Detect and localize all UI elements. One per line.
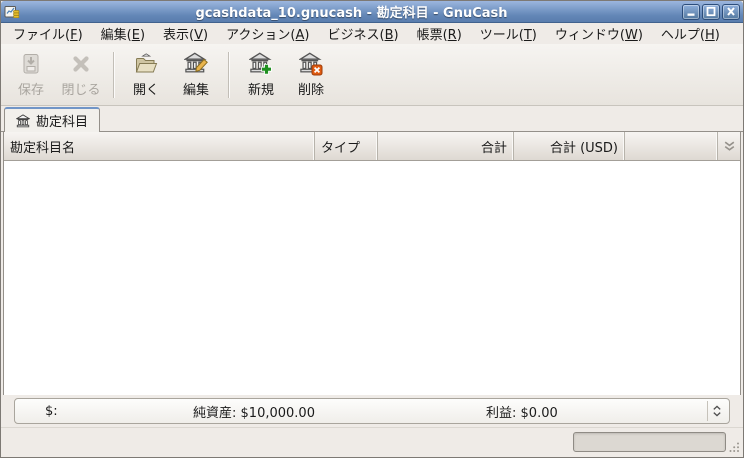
menu-item-e[interactable]: 編集(E) xyxy=(92,22,154,45)
menu-item-a[interactable]: アクション(A) xyxy=(217,22,318,45)
column-header-type[interactable]: タイプ xyxy=(315,132,378,160)
delete-account-icon xyxy=(299,52,323,76)
menu-item-w[interactable]: ウィンドウ(W) xyxy=(546,22,652,45)
toolbar-button-label: 開く xyxy=(132,82,159,98)
titlebar[interactable]: gcashdata_10.gnucash - 勘定科目 - GnuCash xyxy=(1,1,743,23)
gnucash-window: gcashdata_10.gnucash - 勘定科目 - GnuCash ファ… xyxy=(0,0,744,458)
open-folder-icon xyxy=(134,52,158,76)
column-header-usd[interactable]: 合計 (USD) xyxy=(514,132,625,160)
menu-item-t[interactable]: ツール(T) xyxy=(471,22,546,45)
column-chooser-icon xyxy=(722,140,737,153)
progress-bar xyxy=(573,432,726,452)
edit-toolbar-button[interactable]: 編集 xyxy=(171,47,221,103)
tab-label: 勘定科目 xyxy=(36,115,89,130)
toolbar-button-label: 削除 xyxy=(297,82,324,98)
menu-item-h[interactable]: ヘルプ(H) xyxy=(652,22,729,45)
summary-bar: $: 純資産: $10,000.00 利益: $0.00 xyxy=(1,395,743,427)
close-toolbar-button: 閉じる xyxy=(56,47,106,103)
column-header-filler xyxy=(625,132,718,160)
save-toolbar-button: 保存 xyxy=(6,47,56,103)
summary-spinner[interactable] xyxy=(707,401,726,421)
menu-item-r[interactable]: 帳票(R) xyxy=(408,22,471,45)
summary-box: $: 純資産: $10,000.00 利益: $0.00 xyxy=(14,398,730,424)
toolbar-separator xyxy=(113,51,114,98)
menubar: ファイル(F) 編集(E) 表示(V) アクション(A) ビジネス(B) 帳票(R) ツール… xyxy=(1,23,743,44)
menu-item-v[interactable]: 表示(V) xyxy=(154,22,217,45)
summary-net-assets: 純資産: $10,000.00 xyxy=(193,405,315,421)
table-header: 勘定科目名 タイプ 合計 合計 (USD) xyxy=(4,132,740,161)
delete-toolbar-button[interactable]: 削除 xyxy=(286,47,336,103)
column-header-total[interactable]: 合計 xyxy=(378,132,514,160)
toolbar-button-label: 新規 xyxy=(247,82,274,98)
window-title: gcashdata_10.gnucash - 勘定科目 - GnuCash xyxy=(195,6,508,21)
toolbar-separator xyxy=(228,51,229,98)
accounts-tree: 勘定科目名 タイプ 合計 合計 (USD) xyxy=(3,132,741,395)
toolbar-button-label: 編集 xyxy=(182,82,209,98)
bank-icon xyxy=(16,113,30,128)
tree-empty-area xyxy=(4,161,740,395)
menu-item-f[interactable]: ファイル(F) xyxy=(4,22,92,45)
minimize-button[interactable] xyxy=(682,3,700,20)
save-icon xyxy=(19,52,43,76)
column-header-name[interactable]: 勘定科目名 xyxy=(4,132,315,160)
menu-item-b[interactable]: ビジネス(B) xyxy=(318,22,407,45)
resize-grip-icon[interactable] xyxy=(728,441,740,453)
tab-accounts[interactable]: 勘定科目 xyxy=(4,107,101,132)
summary-currency: $: xyxy=(45,403,58,419)
toolbar: 保存 閉じる 開く 編集 新規 削除 xyxy=(1,44,743,106)
maximize-button[interactable] xyxy=(702,3,720,20)
edit-account-icon xyxy=(184,52,208,76)
open-toolbar-button[interactable]: 開く xyxy=(121,47,171,103)
toolbar-button-label: 閉じる xyxy=(61,82,101,98)
column-chooser-button[interactable] xyxy=(718,132,740,160)
toolbar-button-label: 保存 xyxy=(17,82,44,98)
close-button[interactable] xyxy=(722,3,740,20)
gnucash-app-icon xyxy=(4,3,21,20)
new-toolbar-button[interactable]: 新規 xyxy=(236,47,286,103)
new-account-icon xyxy=(249,52,273,76)
summary-profit: 利益: $0.00 xyxy=(486,405,558,421)
tab-strip: 勘定科目 xyxy=(1,106,743,132)
close-tab-icon xyxy=(69,52,93,76)
status-bar xyxy=(1,427,743,457)
